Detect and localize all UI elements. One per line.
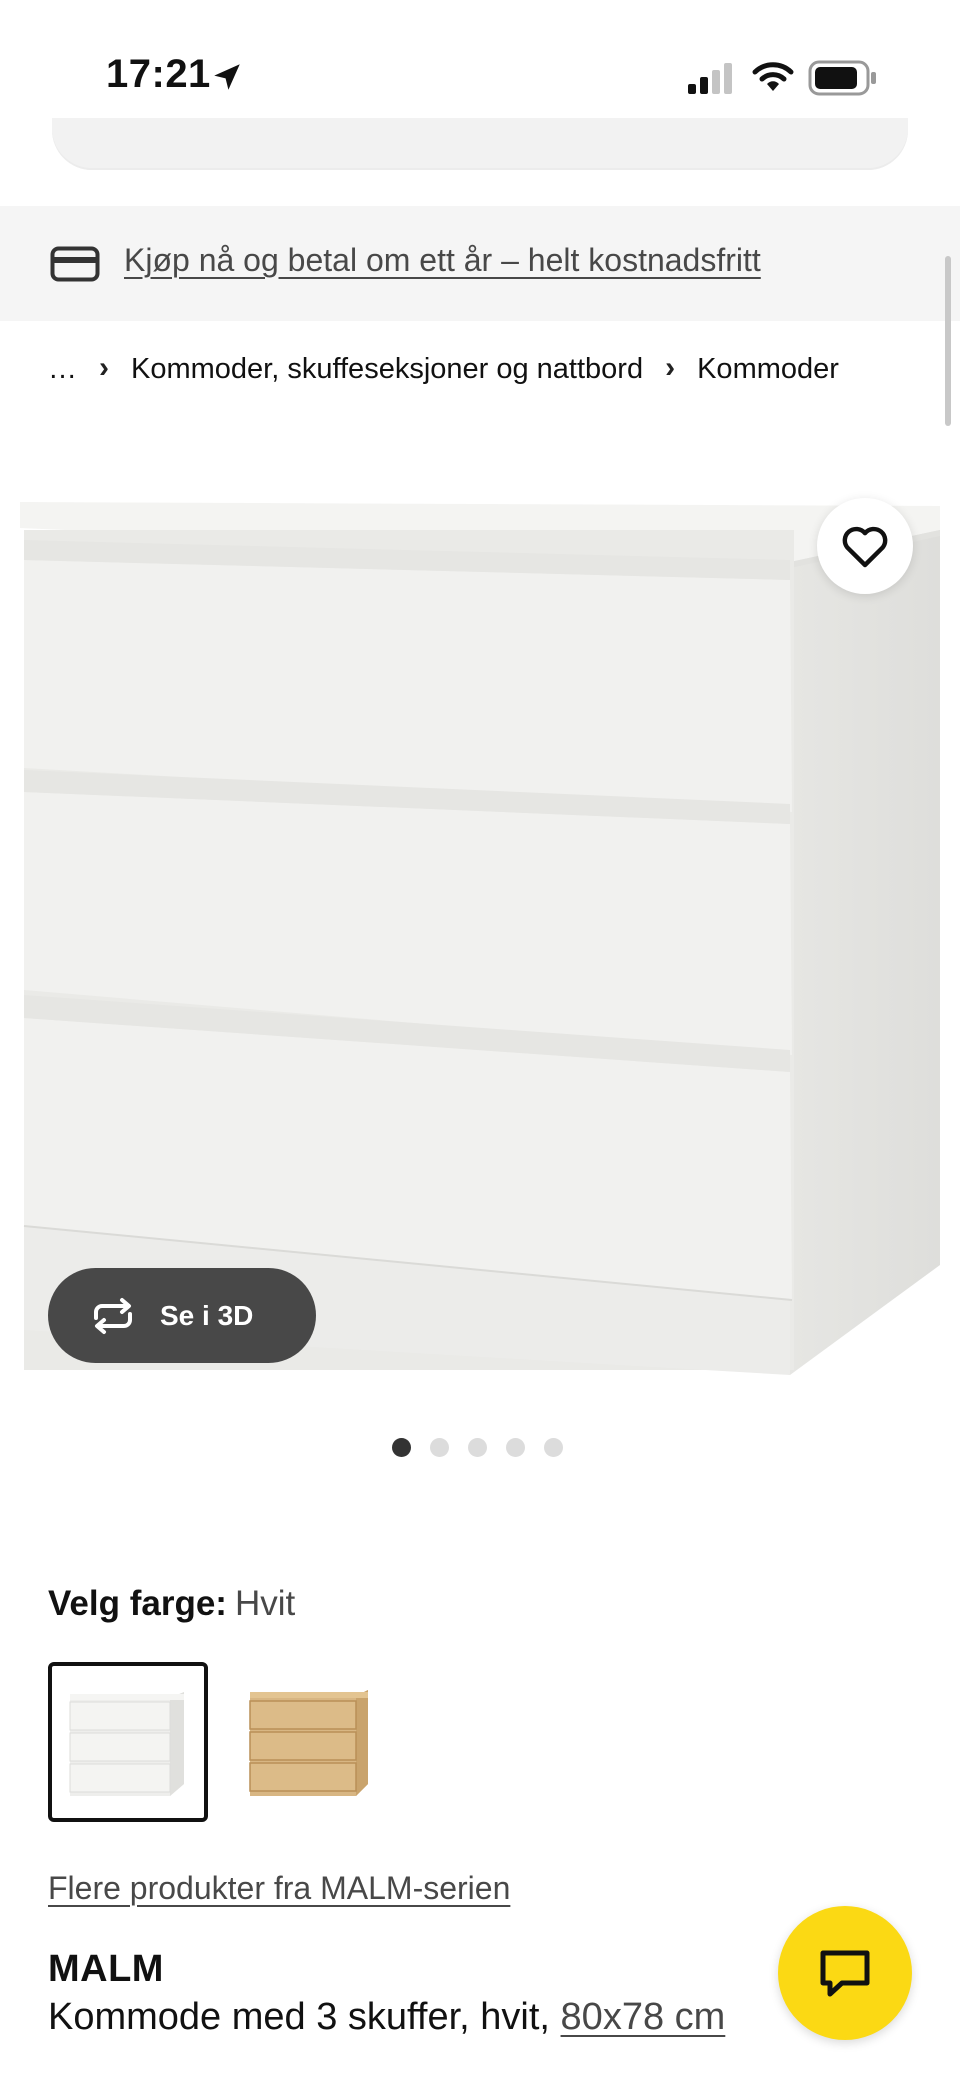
- chevron-right-icon: ›: [665, 351, 676, 384]
- credit-card-icon: [50, 246, 100, 282]
- battery-icon: [808, 60, 876, 96]
- status-time: 17:21: [106, 52, 211, 96]
- carousel-dot[interactable]: [430, 1438, 449, 1457]
- carousel-dot[interactable]: [544, 1438, 563, 1457]
- product-image[interactable]: [0, 470, 960, 1400]
- payment-banner[interactable]: Kjøp nå og betal om ett år – helt kostna…: [0, 206, 960, 321]
- selected-color: Hvit: [234, 1584, 296, 1623]
- color-label-text: Velg farge:: [48, 1584, 227, 1623]
- breadcrumb: … › Kommoder, skuffeseksjoner og nattbor…: [48, 351, 839, 386]
- chevron-right-icon: ›: [99, 351, 109, 384]
- carousel-dot[interactable]: [506, 1438, 525, 1457]
- chat-bubble-icon: [820, 1950, 870, 1997]
- status-bar: 17:21: [0, 0, 960, 170]
- series-link[interactable]: Flere produkter fra MALM-serien: [48, 1870, 510, 1907]
- carousel-dot[interactable]: [468, 1438, 487, 1457]
- carousel-dots: [392, 1438, 563, 1457]
- rotate-3d-icon: [94, 1297, 132, 1334]
- wifi-icon: [752, 62, 794, 91]
- banner-link[interactable]: Kjøp nå og betal om ett år – helt kostna…: [124, 242, 761, 279]
- cellular-signal-icon: [688, 63, 732, 94]
- view-in-3d-label: Se i 3D: [160, 1299, 254, 1331]
- color-picker-label: Velg farge: Hvit: [48, 1584, 295, 1624]
- breadcrumb-ellipsis[interactable]: …: [48, 353, 77, 386]
- location-arrow-icon: [214, 64, 240, 90]
- product-dimensions-link[interactable]: 80x78 cm: [561, 1996, 726, 2038]
- product-description: Kommode med 3 skuffer, hvit, 80x78 cm: [48, 1996, 725, 2039]
- search-bar-bottom[interactable]: [52, 118, 908, 170]
- view-in-3d-button[interactable]: Se i 3D: [48, 1268, 316, 1363]
- breadcrumb-category[interactable]: Kommoder, skuffeseksjoner og nattbord: [131, 353, 643, 386]
- favorite-button[interactable]: [817, 498, 913, 594]
- white-dresser-thumbnail: [69, 1692, 184, 1796]
- color-swatch-white[interactable]: [48, 1662, 208, 1822]
- product-description-text: Kommode med 3 skuffer, hvit,: [48, 1996, 561, 2038]
- heart-icon: [842, 526, 888, 568]
- color-swatch-oak[interactable]: [236, 1662, 396, 1822]
- product-name: MALM: [48, 1948, 164, 1990]
- carousel-dot[interactable]: [392, 1438, 411, 1457]
- scroll-indicator: [945, 256, 951, 426]
- oak-dresser-thumbnail: [249, 1690, 368, 1796]
- breadcrumb-current[interactable]: Kommoder: [697, 353, 839, 386]
- chat-button[interactable]: [778, 1906, 912, 2040]
